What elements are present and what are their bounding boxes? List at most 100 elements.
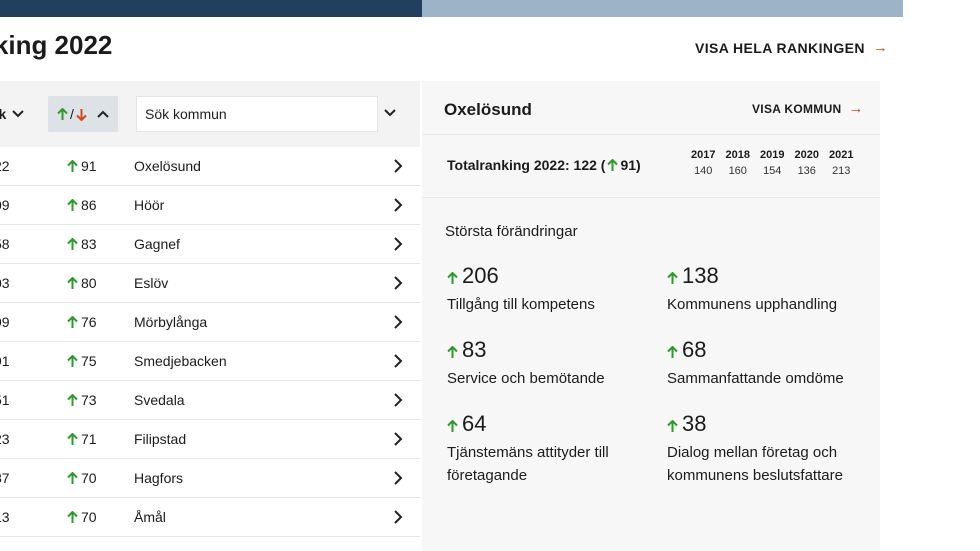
change-value: 76 bbox=[81, 314, 97, 330]
table-row[interactable]: 87 70 Hagfors bbox=[0, 459, 420, 498]
year-rank: 160 bbox=[728, 165, 747, 177]
municipality-title: Oxelösund bbox=[444, 100, 532, 119]
total-ranking-prefix: Totalranking 2022: 122 ( bbox=[447, 157, 606, 173]
chevron-right-icon bbox=[394, 276, 403, 290]
change-value: 73 bbox=[81, 392, 97, 408]
change-cell: 73 bbox=[67, 392, 97, 408]
rank-value: 22 bbox=[0, 158, 10, 174]
metric-label: Kommunens upphandling bbox=[667, 296, 838, 313]
rank-value: 03 bbox=[0, 275, 10, 291]
municipality-name: Gagnef bbox=[134, 236, 180, 252]
table-row[interactable]: 09 86 Höör bbox=[0, 186, 420, 225]
up-arrow-icon bbox=[447, 346, 458, 358]
year-label: 2017 bbox=[691, 149, 716, 161]
table-row[interactable]: 99 76 Mörbylånga bbox=[0, 303, 420, 342]
up-arrow-icon bbox=[447, 420, 458, 432]
visit-municipality-link[interactable]: VISA KOMMUN → bbox=[752, 100, 864, 117]
up-arrow-icon bbox=[447, 272, 458, 284]
year-column: 2021 213 bbox=[824, 149, 859, 177]
arrow-right-icon: → bbox=[872, 39, 889, 56]
year-rank: 136 bbox=[797, 165, 816, 177]
table-row[interactable]: 91 75 Smedjebacken bbox=[0, 342, 420, 381]
table-row[interactable]: 03 80 Eslöv bbox=[0, 264, 420, 303]
table-row[interactable]: 51 73 Svedala bbox=[0, 381, 420, 420]
year-column: 2019 154 bbox=[755, 149, 790, 177]
visit-municipality-label: VISA KOMMUN bbox=[752, 101, 842, 116]
down-arrow-icon bbox=[76, 108, 87, 121]
detail-header: Oxelösund VISA KOMMUN → bbox=[422, 81, 880, 135]
up-arrow-icon bbox=[67, 315, 78, 328]
chevron-right-icon bbox=[394, 432, 403, 446]
table-row[interactable]: 58 83 Gagnef bbox=[0, 225, 420, 264]
metric-item: 64 Tjänstemäns attityder till företagand… bbox=[447, 411, 647, 487]
metric-value: 83 bbox=[462, 337, 487, 362]
year-rank: 213 bbox=[832, 165, 851, 177]
rank-value: 09 bbox=[0, 197, 10, 213]
up-arrow-icon bbox=[67, 159, 78, 172]
chevron-up-icon bbox=[97, 110, 109, 118]
change-cell: 70 bbox=[67, 509, 97, 525]
up-arrow-icon bbox=[67, 471, 78, 484]
change-cell: 71 bbox=[67, 431, 97, 447]
metric-value: 206 bbox=[462, 263, 499, 288]
up-arrow-icon bbox=[667, 420, 678, 432]
up-arrow-icon bbox=[57, 107, 68, 121]
rank-value: 99 bbox=[0, 314, 10, 330]
municipality-name: Mörbylånga bbox=[134, 314, 208, 330]
metric-item: 206 Tillgång till kompetens bbox=[447, 263, 647, 316]
year-rank: 154 bbox=[763, 165, 782, 177]
change-cell: 86 bbox=[67, 197, 97, 213]
chevron-right-icon bbox=[394, 198, 403, 212]
chevron-down-icon[interactable] bbox=[380, 103, 400, 123]
rank-column-sort[interactable]: nk bbox=[0, 106, 25, 122]
search-municipality-input[interactable] bbox=[136, 96, 378, 132]
up-arrow-icon bbox=[67, 393, 78, 406]
municipality-name: Svedala bbox=[134, 392, 185, 408]
table-row[interactable]: 22 91 Oxelösund bbox=[0, 147, 420, 186]
see-all-ranking-link[interactable]: VISA HELA RANKINGEN → bbox=[695, 39, 888, 56]
up-arrow-icon bbox=[67, 432, 78, 445]
change-value: 70 bbox=[81, 470, 97, 486]
year-label: 2019 bbox=[760, 149, 785, 161]
up-arrow-icon bbox=[67, 354, 78, 367]
up-arrow-icon bbox=[67, 276, 78, 289]
up-arrow-icon bbox=[667, 346, 678, 358]
chevron-right-icon bbox=[394, 237, 403, 251]
see-all-ranking-label: VISA HELA RANKINGEN bbox=[695, 39, 865, 56]
rank-value: 58 bbox=[0, 236, 10, 252]
year-label: 2018 bbox=[725, 149, 750, 161]
municipality-name: Filipstad bbox=[134, 431, 187, 447]
total-ranking-section: Totalranking 2022: 122 ( 91 ) 2017 140 20… bbox=[422, 135, 880, 198]
municipality-name: Oxelösund bbox=[134, 158, 201, 174]
chevron-down-icon bbox=[12, 110, 25, 118]
up-arrow-icon bbox=[667, 272, 678, 284]
metric-label: Service och bemötande bbox=[447, 370, 605, 387]
change-value: 91 bbox=[81, 158, 97, 174]
change-value: 83 bbox=[81, 236, 97, 252]
sort-separator: / bbox=[70, 106, 74, 122]
change-cell: 91 bbox=[67, 158, 97, 174]
chevron-right-icon bbox=[394, 315, 403, 329]
up-arrow-icon bbox=[67, 198, 78, 211]
municipality-name: Åmål bbox=[134, 509, 166, 525]
change-sort-button[interactable]: / bbox=[48, 96, 118, 132]
change-value: 86 bbox=[81, 197, 97, 213]
rank-value: 23 bbox=[0, 431, 10, 447]
year-rank: 140 bbox=[694, 165, 713, 177]
table-row[interactable]: 13 70 Åmål bbox=[0, 498, 420, 537]
top-bar-tab-active[interactable] bbox=[0, 0, 422, 17]
metric-value: 64 bbox=[462, 411, 487, 436]
metric-item: 68 Sammanfattande omdöme bbox=[667, 337, 867, 390]
rank-column-label: nk bbox=[0, 106, 7, 122]
metric-item: 38 Dialog mellan företag och kommunens b… bbox=[667, 411, 867, 487]
change-value: 80 bbox=[81, 275, 97, 291]
top-bar-tab-inactive[interactable] bbox=[422, 0, 903, 17]
metric-label: Tillgång till kompetens bbox=[447, 296, 595, 313]
year-column: 2018 160 bbox=[721, 149, 756, 177]
municipality-name: Hagfors bbox=[134, 470, 184, 486]
table-row[interactable]: 23 71 Filipstad bbox=[0, 420, 420, 459]
chevron-right-icon bbox=[394, 159, 403, 173]
chevron-right-icon bbox=[394, 354, 403, 368]
metric-label: Tjänstemäns attityder till företagande bbox=[447, 444, 609, 484]
rank-value: 13 bbox=[0, 509, 10, 525]
